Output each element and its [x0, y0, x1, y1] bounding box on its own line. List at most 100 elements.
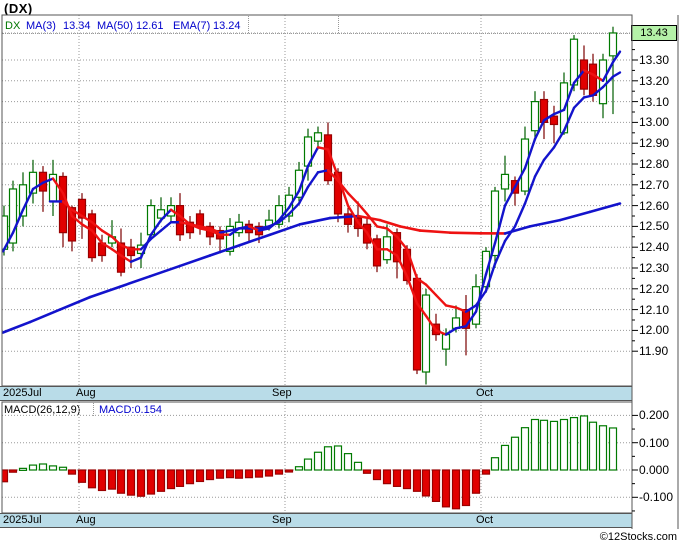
macd-bar-up [313, 451, 323, 471]
candle-down [333, 171, 343, 215]
page-title: (DX) [4, 1, 33, 16]
price-gridlines [2, 15, 632, 386]
candle-up [441, 333, 451, 350]
macd-bar-down [126, 469, 136, 496]
macd-bar-down [77, 469, 87, 483]
macd-bar-up [294, 466, 304, 471]
macd-bar-up [48, 465, 58, 471]
macd-bar-down [441, 469, 451, 508]
price-axis-label: 12.00 [639, 323, 670, 338]
candle-down [58, 175, 68, 234]
candle-down [539, 98, 549, 123]
month-label: Oct [476, 514, 494, 526]
macd-bar-down [274, 469, 284, 475]
date-axis-band-macd: 2025Jul Aug Sep Oct [0, 513, 632, 528]
month-label: Aug [76, 387, 96, 399]
price-plot-area [2, 15, 632, 386]
candle-down [549, 115, 559, 126]
candle-up [225, 225, 235, 252]
legend-separator [248, 16, 249, 33]
candle-down [67, 207, 77, 242]
macd-bar-up [58, 466, 68, 471]
macd-bar-down [254, 469, 264, 478]
price-axis-label: 12.90 [639, 136, 670, 151]
macd-bar-up [510, 436, 520, 471]
price-axis-label: 12.20 [639, 281, 670, 296]
price-axis-label: 13.10 [639, 94, 670, 109]
candle-down [215, 229, 225, 240]
candle-up [490, 190, 500, 257]
legend-ma50-label: MA(50) [97, 20, 134, 32]
legend-ma50-value: 12.61 [136, 20, 164, 32]
copyright-link[interactable]: ©12Stocks.com [600, 531, 677, 543]
candlestick-layer [2, 26, 618, 385]
macd-bar-down [382, 469, 392, 485]
candle-down [38, 171, 48, 192]
candle-down [323, 134, 333, 182]
macd-bar-up [38, 463, 48, 471]
candle-up [530, 100, 540, 132]
ema7-line [48, 71, 622, 313]
legend-ema7-value: 13.24 [213, 20, 241, 32]
legend-symbol: DX [5, 20, 21, 32]
macd-bar-down [481, 469, 491, 475]
candle-down [353, 217, 363, 230]
macd-bar-up [530, 418, 540, 471]
candle-up [284, 194, 294, 217]
macd-bar-down [234, 469, 244, 479]
macd-bar-down [97, 469, 107, 492]
candle-down [205, 225, 215, 238]
candle-up [107, 236, 117, 244]
macd-bar-up [608, 427, 618, 471]
macd-params-label: MACD(26,12,9) [4, 404, 81, 416]
ma50-line [2, 202, 622, 334]
candle-up [18, 184, 28, 217]
macd-bar-up [28, 464, 38, 471]
macd-bar-down [156, 469, 166, 492]
candle-down [431, 323, 441, 336]
macd-bar-down [392, 469, 402, 487]
price-axis-label: 12.30 [639, 261, 670, 275]
candle-up [303, 136, 313, 167]
candle-down [87, 213, 97, 259]
candle-down [195, 213, 205, 227]
macd-bar-down [451, 469, 461, 510]
candle-up [234, 221, 244, 234]
candle-up [451, 317, 461, 329]
candle-down [402, 248, 412, 282]
candle-up [48, 173, 58, 203]
candle-up [136, 244, 146, 255]
macd-bar-down [8, 469, 18, 473]
macd-bar-down [136, 469, 146, 497]
macd-bar-up [343, 453, 353, 471]
price-axis-label: 13.20 [639, 73, 670, 88]
macd-bar-down [67, 469, 77, 475]
macd-bar-up [549, 420, 559, 471]
macd-bar-down [471, 469, 481, 494]
panel-borders [1, 14, 679, 529]
candle-up [421, 294, 431, 373]
macd-bar-down [205, 469, 215, 481]
month-label: Sep [272, 387, 292, 399]
candle-up [156, 209, 166, 219]
macd-value-label: MACD:0.154 [99, 404, 162, 416]
candle-down [254, 225, 264, 236]
macd-bar-down [412, 469, 422, 492]
price-axis-label: 13.30 [639, 53, 670, 67]
macd-bar-down [372, 469, 382, 481]
legend-separator [338, 16, 339, 33]
candle-up [166, 205, 176, 217]
price-axis-label: 11.90 [639, 344, 669, 359]
legend-ma3-value: 13.34 [63, 20, 91, 32]
candle-down [175, 205, 185, 236]
macd-bar-down [284, 469, 294, 473]
candle-down [461, 309, 471, 329]
candle-up [608, 32, 618, 57]
macd-bar-up [579, 415, 589, 471]
macd-bar-up [598, 425, 608, 471]
macd-bar-down [195, 469, 205, 483]
candle-up [8, 188, 18, 244]
price-axis-label: 12.40 [639, 240, 670, 255]
macd-bar-up [569, 416, 579, 471]
macd-bar-up [323, 446, 333, 471]
